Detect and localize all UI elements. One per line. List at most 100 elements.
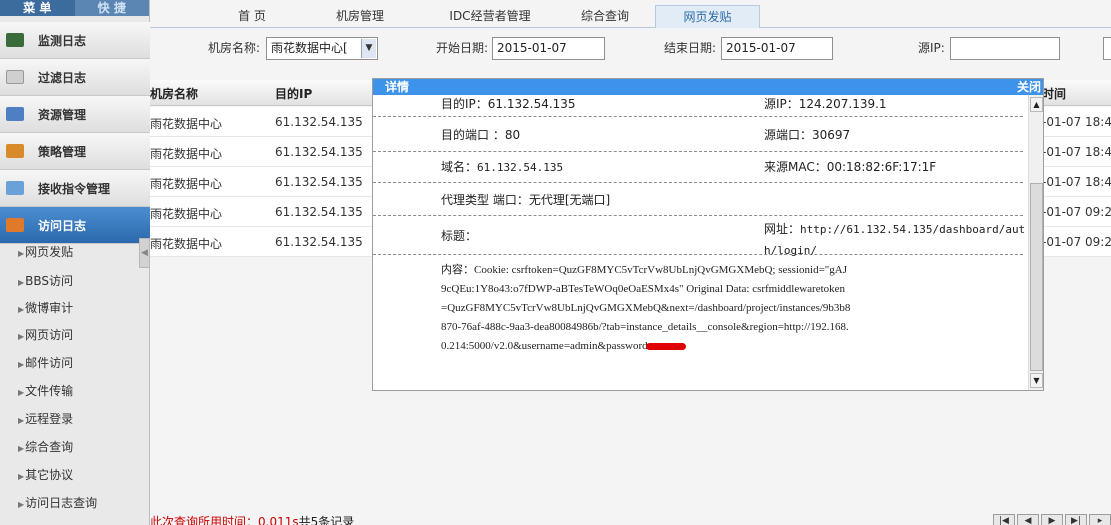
command-icon (6, 181, 24, 195)
src-ip-label: 源IP: (918, 41, 945, 55)
record-count: 共5条记录 (298, 515, 355, 525)
sidebar-tabs: 菜 单 快 捷 (0, 0, 149, 16)
subnav-label: 访问日志查询 (25, 496, 98, 510)
scroll-down-icon[interactable]: ▼ (1030, 373, 1043, 388)
subnav-label: 邮件访问 (25, 356, 74, 370)
subnav-access-log-query[interactable]: ▶访问日志查询 (0, 489, 150, 517)
scroll-thumb[interactable] (1030, 183, 1043, 371)
subnav-label: 综合查询 (25, 440, 74, 454)
sidebar-item-monitor-log[interactable]: 监测日志 (0, 22, 150, 59)
room-select[interactable]: 雨花数据中心[ ▼ (266, 37, 378, 60)
subnav-mail[interactable]: ▶邮件访问 (0, 349, 150, 377)
src-mac-field: 来源MAC：00:18:82:6F:17:1F (764, 160, 937, 174)
subnav-weibo[interactable]: ▶微博审计 (0, 294, 150, 322)
tab-idc-operator[interactable]: IDC经营者管理 (425, 5, 555, 28)
tab-search[interactable]: 综合查询 (555, 5, 655, 28)
prev-page-icon[interactable]: ◀ (1017, 514, 1039, 525)
tab-room-management[interactable]: 机房管理 (310, 5, 410, 28)
redaction-mark (645, 342, 686, 350)
filter-log-icon (6, 70, 24, 84)
subnav-label: 网页发贴 (25, 245, 74, 259)
triangle-right-icon: ▶ (18, 416, 25, 425)
subnav-other-protocols[interactable]: ▶其它协议 (0, 461, 150, 489)
sidebar: 菜 单 快 捷 监测日志 过滤日志 资源管理 策略管理 接收指令管理 访问日志 … (0, 0, 150, 525)
subnav-web-post[interactable]: ▶网页发贴 (0, 238, 150, 266)
detail-row: 目的端口 ：80 源端口：30697 (373, 117, 1023, 152)
subnav-bbs[interactable]: ▶BBS访问 (0, 267, 150, 295)
header-room: 机房名称 (150, 87, 199, 101)
dst-ip-field: 目的IP：61.132.54.135 (441, 97, 576, 111)
detail-row: 域名：61.132.54.135 来源MAC：00:18:82:6F:17:1F (373, 152, 1023, 183)
chevron-left-icon: ◀ (141, 248, 148, 258)
go-page-icon[interactable]: ▸ (1089, 514, 1111, 525)
chevron-down-icon[interactable]: ▼ (361, 39, 376, 58)
cell-dst-ip: 61.132.54.135 (275, 205, 363, 219)
cell-time: -01-07 18:42:. (1042, 115, 1111, 129)
tab-menu[interactable]: 菜 单 (0, 0, 75, 16)
triangle-right-icon: ▶ (18, 444, 25, 453)
end-date-label: 结束日期: (664, 41, 717, 55)
triangle-right-icon: ▶ (18, 278, 25, 287)
close-button[interactable]: 关闭 (1017, 79, 1041, 95)
cell-dst-ip: 61.132.54.135 (275, 235, 363, 249)
domain-value: 61.132.54.135 (477, 161, 564, 174)
triangle-right-icon: ▶ (18, 472, 25, 481)
first-page-icon[interactable]: |◀ (993, 514, 1015, 525)
subnav-search[interactable]: ▶综合查询 (0, 433, 150, 461)
cell-dst-ip: 61.132.54.135 (275, 145, 363, 159)
last-page-icon[interactable]: ▶| (1065, 514, 1087, 525)
sidebar-collapse-handle[interactable]: ◀ (139, 238, 150, 268)
cell-room: 雨花数据中心 (150, 237, 223, 251)
subnav-label: 微博审计 (25, 301, 74, 315)
subnav-remote-login[interactable]: ▶远程登录 (0, 405, 150, 433)
cell-dst-ip: 61.132.54.135 (275, 115, 363, 129)
subnav-label: BBS访问 (25, 274, 74, 288)
src-port-field: 源端口：30697 (764, 128, 851, 142)
domain-field: 域名：61.132.54.135 (441, 160, 563, 175)
scroll-up-icon[interactable]: ▲ (1030, 97, 1043, 112)
subnav-web-visit[interactable]: ▶网页访问 (0, 321, 150, 349)
dialog-scrollbar[interactable]: ▲ ▼ (1028, 95, 1043, 390)
end-date-input[interactable]: 2015-01-07 (721, 37, 833, 60)
tab-shortcuts[interactable]: 快 捷 (74, 0, 149, 16)
title-field: 标题： (441, 229, 478, 243)
detail-row: 代理类型 端口：无代理[无端口] (373, 183, 1023, 216)
query-time-text: 此次查询所用时间：0.011s (150, 515, 299, 525)
pager: |◀ ◀ ▶ ▶| ▸ (993, 514, 1111, 525)
cell-time: -01-07 09:21:. (1042, 205, 1111, 219)
tab-home[interactable]: 首 页 (210, 5, 294, 28)
url-label: 网址： (764, 222, 801, 236)
subnav-label: 文件传输 (25, 384, 74, 398)
triangle-right-icon: ▶ (18, 305, 25, 314)
triangle-right-icon: ▶ (18, 500, 25, 509)
dialog-header: 详情 关闭 (373, 79, 1043, 95)
sidebar-item-command[interactable]: 接收指令管理 (0, 170, 150, 207)
start-date-input[interactable]: 2015-01-07 (492, 37, 605, 60)
content-field: 内容：Cookie: csrftoken=QuzGF8MYC5vTcrVw8Ub… (441, 261, 851, 356)
src-ip-input[interactable] (950, 37, 1060, 60)
cell-room: 雨花数据中心 (150, 207, 223, 221)
sidebar-item-policy[interactable]: 策略管理 (0, 133, 150, 170)
dialog-body: 目的IP：61.132.54.135 源IP：124.207.139.1 目的端… (373, 95, 1029, 390)
detail-row: 标题： 网址：http://61.132.54.135/dashboard/au… (373, 216, 1025, 257)
dst-port-field: 目的端口 ：80 (441, 128, 521, 142)
triangle-right-icon: ▶ (18, 249, 25, 258)
header-time: 时间 (1042, 87, 1067, 101)
dialog-title: 详情 (385, 80, 410, 94)
top-tab-bar: 首 页 机房管理 IDC经营者管理 综合查询 网页发贴 (150, 0, 1111, 28)
src-ip-field: 源IP：124.207.139.1 (764, 97, 887, 111)
triangle-right-icon: ▶ (18, 360, 25, 369)
sidebar-item-filter-log[interactable]: 过滤日志 (0, 59, 150, 96)
cell-dst-ip: 61.132.54.135 (275, 175, 363, 189)
next-page-icon[interactable]: ▶ (1041, 514, 1063, 525)
tab-web-post[interactable]: 网页发贴 (655, 5, 760, 28)
subnav-label: 远程登录 (25, 412, 74, 426)
sidebar-item-label: 接收指令管理 (38, 181, 111, 196)
cell-time: -01-07 09:21:. (1042, 235, 1111, 249)
content-text: 内容：Cookie: csrftoken=QuzGF8MYC5vTcrVw8Ub… (441, 264, 851, 352)
subnav-file-transfer[interactable]: ▶文件传输 (0, 377, 150, 405)
extra-input[interactable] (1103, 37, 1111, 60)
cell-room: 雨花数据中心 (150, 177, 223, 191)
sidebar-item-resource[interactable]: 资源管理 (0, 96, 150, 133)
cell-room: 雨花数据中心 (150, 117, 223, 131)
